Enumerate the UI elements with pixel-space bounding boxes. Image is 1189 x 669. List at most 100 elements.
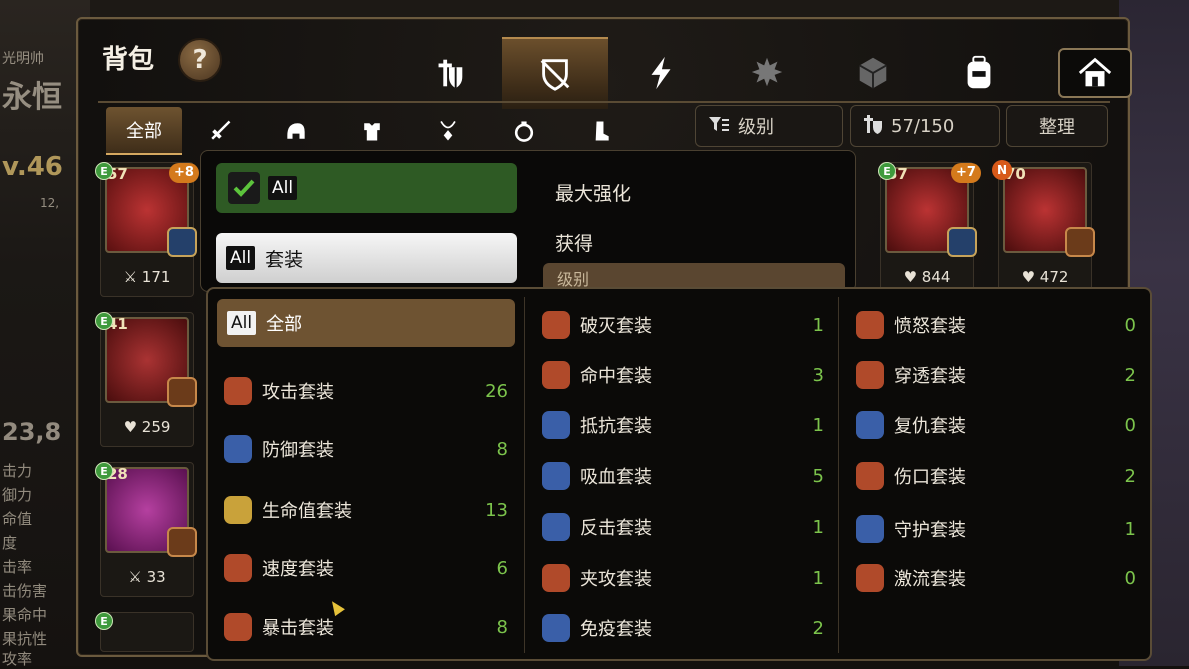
- house-icon: [1078, 57, 1112, 87]
- set-icon: [167, 377, 197, 407]
- set-name: 反击套装: [580, 518, 652, 539]
- set-column-3: 愤怒套装 0 穿透套装 2 复仇套装 0 伤口套装 2 守护套装 1 激流套装 0: [840, 289, 1150, 659]
- tab-house[interactable]: [1058, 48, 1132, 98]
- resist-set-icon: [542, 411, 570, 439]
- set-row-rage[interactable]: 愤怒套装 0: [840, 311, 1150, 339]
- set-count: 13: [485, 499, 508, 521]
- item-card[interactable]: 41 ♥ 259: [100, 312, 197, 447]
- set-name: 复仇套装: [894, 416, 966, 437]
- filter-ring[interactable]: [486, 107, 562, 155]
- set-name: 激流套装: [894, 569, 966, 590]
- backpack-icon: [967, 55, 991, 89]
- filter-all[interactable]: 全部: [106, 107, 182, 155]
- equipped-badge: E: [95, 162, 113, 180]
- set-count: 1: [812, 414, 824, 436]
- pincer-set-icon: [542, 564, 570, 592]
- set-count: 2: [812, 617, 824, 639]
- sort-max-enhance[interactable]: 最大强化: [555, 179, 631, 206]
- column-divider: [838, 297, 839, 653]
- critical-set-icon: [224, 613, 252, 641]
- arrange-button[interactable]: 整理: [1006, 105, 1108, 147]
- set-row-critical[interactable]: 暴击套装 8: [208, 613, 522, 641]
- set-option-label: 套装: [265, 248, 304, 271]
- set-row-destruction[interactable]: 破灭套装 1: [526, 311, 838, 339]
- equipped-badge: E: [95, 462, 113, 480]
- defense-set-icon: [224, 435, 252, 463]
- set-icon: [167, 227, 197, 257]
- filter-armor[interactable]: [334, 107, 410, 155]
- helmet-icon: [287, 123, 305, 139]
- item-card[interactable]: [100, 612, 194, 652]
- set-name: 生命值套装: [262, 501, 352, 522]
- sort-acquired[interactable]: 获得: [555, 229, 593, 256]
- set-row-injury[interactable]: 伤口套装 2: [840, 462, 1150, 490]
- bg-text: 果命中: [2, 606, 48, 624]
- item-card[interactable]: 28 ⚔ 33: [100, 462, 197, 597]
- set-count: 2: [1124, 465, 1136, 487]
- capacity-display[interactable]: 57/150: [850, 105, 1000, 147]
- filter-boots[interactable]: [562, 107, 638, 155]
- help-button[interactable]: ?: [178, 38, 222, 82]
- bg-text: 果抗性: [2, 630, 48, 648]
- tab-backpack[interactable]: [926, 37, 1032, 109]
- item-card[interactable]: 57 +8 ⚔ 171: [100, 162, 199, 297]
- bg-text: 御力: [2, 486, 33, 504]
- sort-option-set[interactable]: All 套装: [216, 233, 517, 283]
- sort-option-all[interactable]: All: [216, 163, 517, 213]
- set-row-lifesteal[interactable]: 吸血套装 5: [526, 462, 838, 490]
- filter-weapon[interactable]: [182, 107, 258, 155]
- cube-icon: [859, 57, 887, 89]
- set-row-counter[interactable]: 反击套装 1: [526, 513, 838, 541]
- set-row-health[interactable]: 生命值套装 13: [208, 496, 522, 524]
- tab-cube[interactable]: [820, 37, 926, 109]
- destruction-set-icon: [542, 311, 570, 339]
- set-column-2: 破灭套装 1 命中套装 3 抵抗套装 1 吸血套装 5 反击套装 1 夹攻套装 1 免疫套装…: [526, 289, 838, 659]
- set-icon: [947, 227, 977, 257]
- bg-text: 度: [2, 534, 18, 552]
- background-top-bar: [0, 0, 1189, 18]
- set-count: 8: [496, 438, 508, 460]
- set-row-speed[interactable]: 速度套装 6: [208, 554, 522, 582]
- necklace-icon: [440, 121, 456, 141]
- filter-necklace[interactable]: [410, 107, 486, 155]
- set-count: 5: [812, 465, 824, 487]
- enhance-badge: +8: [169, 163, 199, 183]
- tab-crossed-shield[interactable]: [502, 37, 608, 109]
- sort-dropdown[interactable]: 级别: [695, 105, 843, 147]
- item-stat: ⚔ 33: [128, 568, 166, 586]
- bg-text: 击伤害: [2, 582, 48, 600]
- attack-set-icon: [224, 377, 252, 405]
- set-row-hit[interactable]: 命中套装 3: [526, 361, 838, 389]
- boots-icon: [595, 121, 609, 141]
- filter-helmet[interactable]: [258, 107, 334, 155]
- hit-set-icon: [542, 361, 570, 389]
- equipped-badge: E: [95, 612, 113, 630]
- set-row-attack[interactable]: 攻击套装 26: [208, 377, 522, 405]
- set-row-immunity[interactable]: 免疫套装 2: [526, 614, 838, 642]
- set-filter-panel: All 全部 攻击套装 26 防御套装 8 生命值套装 13 速度套装 6 暴击套装 8 …: [206, 287, 1152, 661]
- set-row-guardian[interactable]: 守护套装 1: [840, 515, 1150, 543]
- set-row-defense[interactable]: 防御套装 8: [208, 435, 522, 463]
- equipment-filter-tabs: 全部: [106, 107, 638, 155]
- tab-knight-armor[interactable]: [396, 37, 502, 109]
- item-card[interactable]: 70 ♥ 472: [998, 162, 1095, 297]
- penetration-set-icon: [856, 361, 884, 389]
- item-card[interactable]: 57 +7 ♥ 844: [880, 162, 981, 297]
- set-row-torrent[interactable]: 激流套装 0: [840, 564, 1150, 592]
- set-row-pincer[interactable]: 夹攻套装 1: [526, 564, 838, 592]
- armor-icon: [364, 123, 380, 141]
- set-filter-all[interactable]: All 全部: [217, 299, 515, 347]
- item-stat: ♥ 472: [1021, 268, 1069, 286]
- set-row-penetration[interactable]: 穿透套装 2: [840, 361, 1150, 389]
- capacity-count: 57/150: [891, 115, 955, 137]
- set-count: 1: [1124, 518, 1136, 540]
- torrent-set-icon: [856, 564, 884, 592]
- set-column-1: All 全部 攻击套装 26 防御套装 8 生命值套装 13 速度套装 6 暴击套装 8: [208, 289, 522, 659]
- set-row-revenge[interactable]: 复仇套装 0: [840, 411, 1150, 439]
- tab-lightning[interactable]: [608, 37, 714, 109]
- revenge-set-icon: [856, 411, 884, 439]
- guardian-set-icon: [856, 515, 884, 543]
- set-row-resist[interactable]: 抵抗套装 1: [526, 411, 838, 439]
- tab-splatter[interactable]: [714, 37, 820, 109]
- equipped-badge: E: [95, 312, 113, 330]
